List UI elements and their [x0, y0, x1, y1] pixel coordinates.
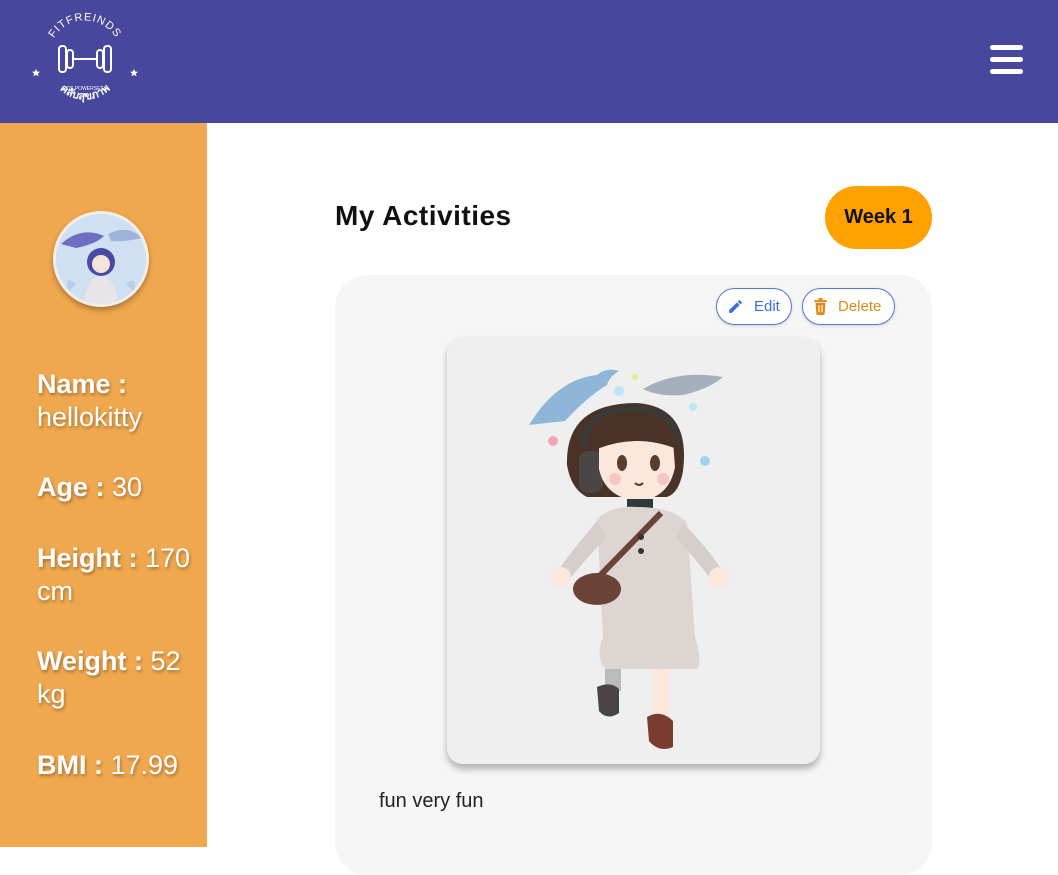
- stat-weight: Weight : 52 kg: [37, 645, 197, 711]
- star-icons: [32, 69, 138, 77]
- delete-label: Delete: [838, 298, 882, 315]
- svg-text:คลับสุขภาพ: คลับสุขภาพ: [58, 82, 113, 104]
- page-title: My Activities: [335, 200, 512, 231]
- logo-bottom-text: คลับสุขภาพ: [58, 82, 113, 104]
- stat-age: Age : 30: [37, 471, 197, 504]
- bmi-label: BMI :: [37, 750, 103, 780]
- height-label: Height :: [37, 543, 138, 573]
- stat-bmi: BMI : 17.99: [37, 749, 197, 782]
- activity-photo: [447, 337, 820, 764]
- svg-text:FITFREINDS: FITFREINDS: [46, 11, 123, 40]
- pencil-icon: [729, 300, 742, 313]
- fitfriends-logo[interactable]: FITFREINDS คลับสุขภาพ OF POWERSET: [28, 6, 142, 114]
- edit-label: Edit: [754, 298, 780, 315]
- stat-name: Name : hellokitty: [37, 368, 197, 434]
- trash-icon: [814, 298, 827, 315]
- logo-top-text: FITFREINDS: [46, 11, 122, 40]
- name-label: Name :: [37, 369, 128, 399]
- hamburger-menu-button[interactable]: [986, 42, 1026, 78]
- top-navbar: FITFREINDS คลับสุขภาพ OF POWERSET: [0, 0, 1058, 123]
- activity-description: fun very fun: [379, 790, 484, 812]
- delete-button[interactable]: Delete: [802, 288, 895, 325]
- age-value: 30: [112, 472, 143, 502]
- profile-avatar[interactable]: [53, 211, 149, 307]
- profile-sidebar: Name : hellokitty Age : 30 Height : 170 …: [0, 123, 207, 847]
- age-label: Age :: [37, 472, 105, 502]
- edit-button[interactable]: Edit: [716, 288, 792, 325]
- dumbbell-icon: [58, 45, 112, 73]
- logo-small-text: OF POWERSET: [67, 86, 104, 92]
- stat-height: Height : 170 cm: [37, 542, 197, 608]
- week-selector-button[interactable]: Week 1: [825, 186, 932, 249]
- weight-label: Weight :: [37, 646, 143, 676]
- bmi-value: 17.99: [110, 750, 179, 780]
- name-value: hellokitty: [37, 402, 143, 432]
